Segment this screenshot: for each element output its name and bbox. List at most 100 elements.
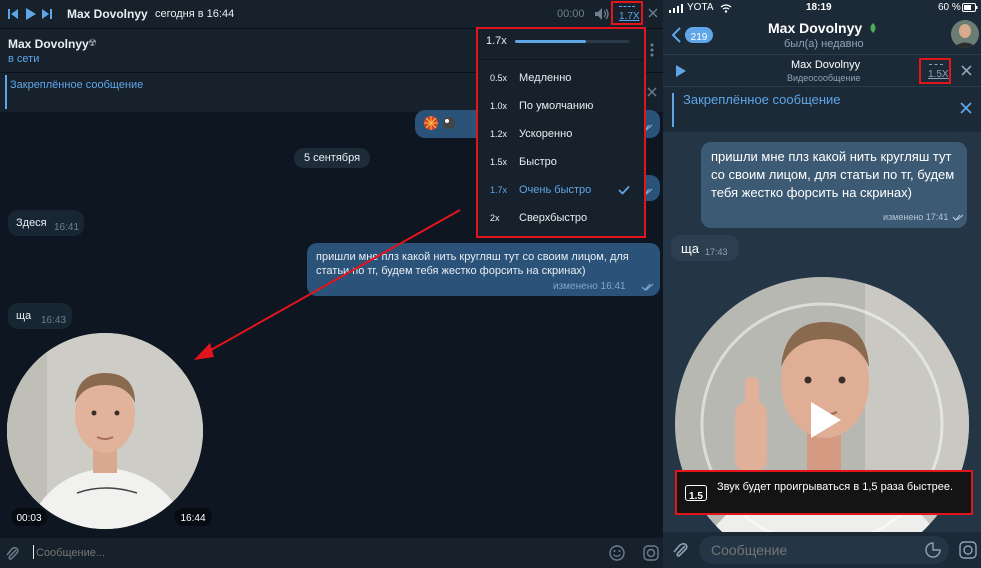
message-time: 16:41 <box>54 222 80 233</box>
speed-toast-badge: 1.5 <box>685 485 707 502</box>
video-message-circle[interactable] <box>7 333 203 529</box>
chat-status: в сети <box>8 53 40 65</box>
mobile-chat-header: 219 Max Dovolnyy был(а) недавно <box>663 16 981 54</box>
next-icon[interactable] <box>42 8 52 20</box>
speed-toast: 1.5 Звук будет проигрываться в 1,5 раза … <box>675 470 973 515</box>
emoji-icon <box>423 115 457 131</box>
incoming-message: ща 16:43 <box>8 303 72 329</box>
speed-option-value: 0.5x <box>490 73 508 83</box>
pinned-indicator <box>672 93 674 127</box>
speed-dots <box>929 64 943 65</box>
message-text: ща <box>681 241 699 256</box>
mobile-screen: YOTA 18:19 60 % 219 Max Dovolnyy был(а) … <box>663 0 981 568</box>
emoji-icon[interactable] <box>609 545 625 561</box>
speed-option-label: По умолчанию <box>519 100 594 112</box>
video-time: 16:44 <box>180 513 206 524</box>
message-time: 17:43 <box>705 247 728 257</box>
speed-option-label: Быстро <box>519 156 557 168</box>
speed-option-value: 2x <box>490 213 500 223</box>
speed-option[interactable]: 1.7x Очень быстро <box>478 177 644 205</box>
read-check-icon <box>952 214 964 221</box>
speed-value: 1.5X <box>928 69 949 80</box>
message-input[interactable] <box>711 540 911 560</box>
video-elapsed-badge: 00:03 <box>11 508 47 526</box>
text-cursor <box>33 545 34 559</box>
composer <box>0 538 663 568</box>
checkmark-icon <box>618 185 630 195</box>
message-time: изменено 16:41 <box>553 281 626 292</box>
play-icon[interactable] <box>25 7 37 21</box>
mobile-pinned-bar[interactable]: Закреплённое сообщение <box>663 86 981 132</box>
video-message-icon[interactable] <box>959 541 977 559</box>
player-subtitle: сегодня в 16:44 <box>155 8 235 20</box>
play-icon[interactable] <box>809 400 843 440</box>
speed-current: 1.7x <box>486 35 507 47</box>
incoming-message: Здеся 16:41 <box>8 210 84 236</box>
unread-badge[interactable]: 219 <box>685 27 713 43</box>
bomb-emoji-icon: ☢ <box>88 38 97 49</box>
player-type: Видеосообщение <box>787 73 861 83</box>
message-time: 16:43 <box>41 315 67 326</box>
more-icon[interactable] <box>650 43 654 57</box>
speed-option-label: Медленно <box>519 72 572 84</box>
close-pinned-icon[interactable] <box>960 102 972 114</box>
chat-name: Max Dovolnyy <box>768 20 863 36</box>
mobile-composer <box>663 532 981 568</box>
speed-button[interactable]: 1.5X <box>919 58 951 84</box>
close-pinned-icon[interactable] <box>647 87 657 97</box>
unread-count: 219 <box>690 32 708 43</box>
message-input[interactable] <box>36 543 576 563</box>
volume-icon[interactable] <box>594 7 610 21</box>
speed-option[interactable]: 0.5x Медленно <box>478 65 644 93</box>
close-icon[interactable] <box>648 8 658 18</box>
speed-option[interactable]: 1.5x Быстро <box>478 149 644 177</box>
status-bar: YOTA 18:19 60 % <box>663 0 981 16</box>
chat-status: был(а) недавно <box>784 38 864 50</box>
speed-option-value: 1.7x <box>490 185 508 195</box>
attach-icon[interactable] <box>6 546 20 562</box>
carrier: YOTA <box>687 2 714 13</box>
speed-option[interactable]: 2x Сверхбыстро <box>478 205 644 233</box>
speed-option[interactable]: 1.2x Ускоренно <box>478 121 644 149</box>
message-text: Здеся <box>16 217 47 229</box>
outgoing-message: пришли мне плз какой нить кругляш тут со… <box>701 142 967 228</box>
speed-slider[interactable] <box>515 40 629 43</box>
message-input-wrap <box>699 536 949 564</box>
date-badge: 5 сентября <box>294 148 370 168</box>
pinned-label: Закреплённое сообщение <box>683 92 841 107</box>
pinned-label: Закреплённое сообщение <box>10 79 144 91</box>
play-icon[interactable] <box>675 64 687 78</box>
back-icon[interactable] <box>671 27 681 43</box>
incoming-message: ща 17:43 <box>671 235 739 261</box>
message-text: ща <box>16 310 32 322</box>
speed-button[interactable]: 1.7X <box>611 1 643 25</box>
message-text: пришли мне плз какой нить кругляш тут со… <box>711 149 955 200</box>
speed-toast-value: 1.5 <box>689 491 703 502</box>
close-icon[interactable] <box>961 65 972 76</box>
speed-value: 1.7X <box>619 11 640 22</box>
player-name: Max Dovolnyy <box>791 59 861 71</box>
pinned-indicator <box>5 75 7 109</box>
speed-slider-fill <box>515 40 586 43</box>
sticker-icon[interactable] <box>925 542 941 558</box>
video-elapsed: 00:03 <box>16 513 42 524</box>
speed-menu: 1.7x 0.5x Медленно 1.0x По умолчанию 1.2x Уск… <box>476 27 646 238</box>
date-badge-text: 5 сентября <box>303 152 361 164</box>
video-thumbnail <box>7 333 203 529</box>
video-time-badge: 16:44 <box>174 508 212 526</box>
speed-option-value: 1.5x <box>490 157 508 167</box>
mobile-player-bar: Max Dovolnyy Видеосообщение 1.5X <box>663 54 981 86</box>
video-message-icon[interactable] <box>643 545 659 561</box>
wifi-icon <box>720 4 732 13</box>
avatar[interactable] <box>951 20 979 48</box>
chat-name: Max Dovolnyy <box>8 37 89 51</box>
speed-toast-text: Звук будет проигрываться в 1,5 раза быст… <box>717 481 954 493</box>
message-time: изменено 17:41 <box>883 212 949 222</box>
battery-percent: 60 % <box>938 2 961 13</box>
previous-icon[interactable] <box>8 8 18 20</box>
clock: 18:19 <box>806 2 832 13</box>
attach-icon[interactable] <box>673 541 689 559</box>
speed-option-label: Очень быстро <box>519 184 592 196</box>
speed-option[interactable]: 1.0x По умолчанию <box>478 93 644 121</box>
leaf-emoji-icon <box>868 22 878 34</box>
